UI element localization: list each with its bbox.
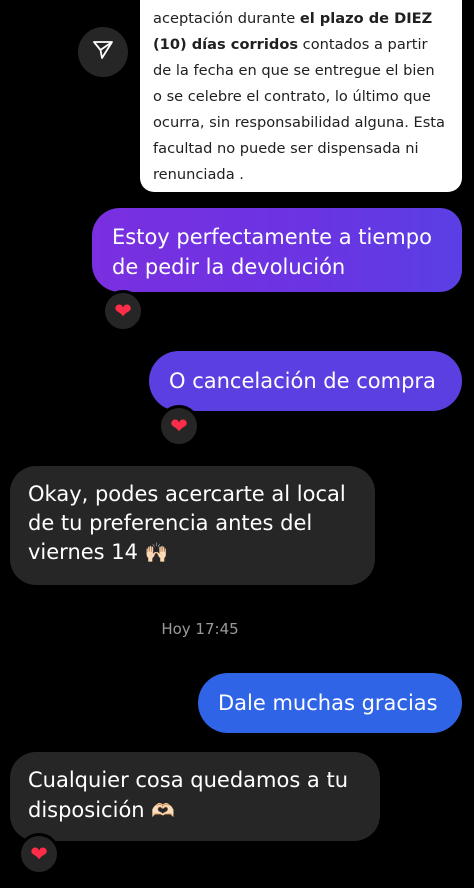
message-text: Okay, podes acercarte al local de tu pre… — [28, 482, 346, 564]
heart-icon: ❤ — [170, 413, 188, 438]
chat-timestamp: Hoy 17:45 — [161, 620, 239, 638]
heart-icon: ❤ — [30, 841, 48, 866]
heart-hands-emoji: 🫶🏻 — [151, 800, 175, 822]
share-button[interactable] — [78, 27, 128, 77]
message-text: Cualquier cosa quedamos a tu disposición — [28, 768, 349, 822]
card-text-part1: aceptación durante — [153, 10, 300, 27]
raising-hands-emoji: 🙌🏻 — [144, 542, 169, 564]
message-text: O cancelación de compra — [169, 369, 436, 393]
card-text-part2: contados a partir de la fecha en que se … — [153, 36, 445, 183]
paper-plane-icon — [91, 38, 115, 67]
message-bubble-outgoing[interactable]: Dale muchas gracias — [198, 673, 462, 733]
heart-reaction[interactable]: ❤ — [18, 833, 60, 875]
heart-reaction[interactable]: ❤ — [158, 405, 200, 447]
chat-screen: aceptación durante el plazo de DIEZ (10)… — [0, 0, 474, 888]
heart-icon: ❤ — [114, 298, 132, 323]
message-bubble-incoming[interactable]: Cualquier cosa quedamos a tu disposición… — [10, 752, 380, 841]
message-bubble-outgoing[interactable]: O cancelación de compra — [149, 351, 462, 411]
shared-message-card[interactable]: aceptación durante el plazo de DIEZ (10)… — [140, 0, 462, 192]
message-bubble-outgoing[interactable]: Estoy perfectamente a tiempo de pedir la… — [92, 208, 462, 292]
message-text: Estoy perfectamente a tiempo de pedir la… — [112, 225, 432, 279]
message-text: Dale muchas gracias — [218, 691, 438, 715]
heart-reaction[interactable]: ❤ — [102, 290, 144, 332]
message-bubble-incoming[interactable]: Okay, podes acercarte al local de tu pre… — [10, 466, 375, 585]
